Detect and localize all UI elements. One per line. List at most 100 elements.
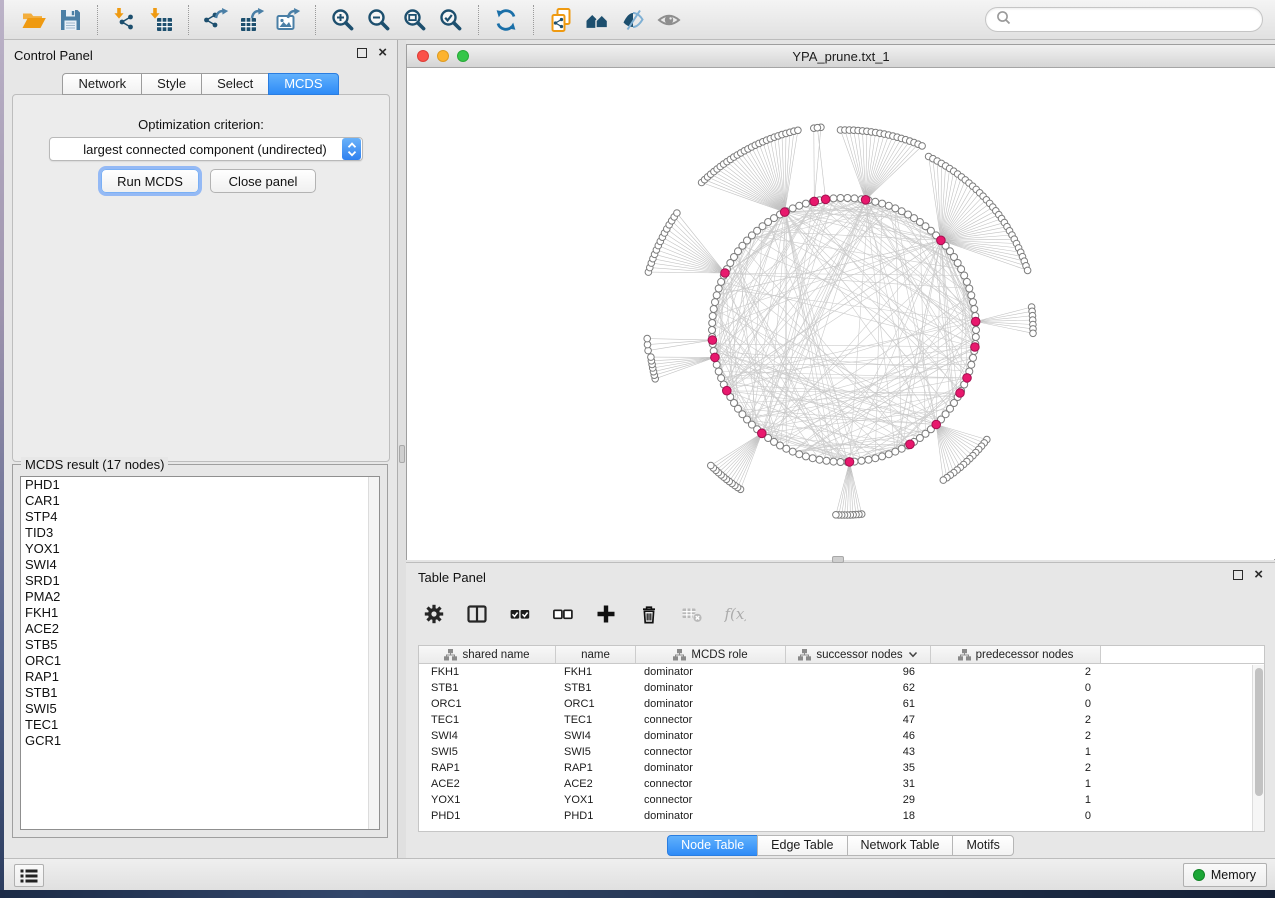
table-cell[interactable]: dominator [636, 664, 786, 680]
tab-motifs[interactable]: Motifs [952, 835, 1013, 856]
table-cell[interactable]: 35 [786, 760, 931, 776]
table-cell[interactable]: 61 [786, 696, 931, 712]
table-row[interactable]: SWI5SWI5connector431 [419, 744, 1264, 760]
table-cell[interactable]: 1 [931, 792, 1101, 808]
table-cell[interactable]: dominator [636, 760, 786, 776]
table-cell[interactable]: dominator [636, 680, 786, 696]
zoom-selected-button[interactable] [433, 3, 469, 37]
table-cell[interactable]: dominator [636, 808, 786, 824]
table-cell[interactable]: TEC1 [556, 712, 636, 728]
mcds-result-item[interactable]: FKH1 [21, 605, 379, 621]
table-settings-button[interactable] [420, 599, 448, 629]
table-cell[interactable]: SWI4 [419, 728, 556, 744]
close-panel-icon[interactable]: × [378, 48, 387, 58]
run-mcds-button[interactable]: Run MCDS [101, 169, 199, 193]
close-table-panel-icon[interactable]: × [1254, 570, 1263, 580]
table-cell[interactable]: 96 [786, 664, 931, 680]
column-header-MCDS-role[interactable]: MCDS role [636, 646, 786, 663]
open-file-button[interactable] [16, 3, 52, 37]
table-row[interactable]: ACE2ACE2connector311 [419, 776, 1264, 792]
mcds-result-item[interactable]: PHD1 [21, 477, 379, 493]
table-row[interactable]: FKH1FKH1dominator962 [419, 664, 1264, 680]
mcds-node[interactable] [810, 197, 819, 206]
table-cell[interactable]: 0 [931, 808, 1101, 824]
table-cell[interactable]: 1 [931, 776, 1101, 792]
table-cell[interactable]: SWI4 [556, 728, 636, 744]
tab-network[interactable]: Network [62, 73, 142, 95]
table-cell[interactable]: connector [636, 776, 786, 792]
table-cell[interactable]: STB1 [419, 680, 556, 696]
mcds-node[interactable] [971, 343, 980, 352]
column-header-predecessor-nodes[interactable]: predecessor nodes [931, 646, 1101, 663]
mcds-node[interactable] [708, 336, 717, 345]
table-cell[interactable]: dominator [636, 728, 786, 744]
show-column-button[interactable] [463, 599, 491, 629]
export-table-button[interactable] [234, 3, 270, 37]
table-cell[interactable]: 0 [931, 680, 1101, 696]
mcds-node[interactable] [723, 386, 732, 395]
table-cell[interactable]: PHD1 [556, 808, 636, 824]
horizontal-splitter-grabber[interactable] [832, 556, 844, 563]
deselect-all-rows-button[interactable] [549, 599, 577, 629]
table-cell[interactable]: ORC1 [419, 696, 556, 712]
table-cell[interactable]: ACE2 [419, 776, 556, 792]
select-all-rows-button[interactable] [506, 599, 534, 629]
mcds-result-item[interactable]: TID3 [21, 525, 379, 541]
mcds-result-item[interactable]: TEC1 [21, 717, 379, 733]
network-graph[interactable] [407, 68, 1274, 560]
table-cell[interactable]: connector [636, 792, 786, 808]
graphics-details-button[interactable] [615, 3, 651, 37]
table-cell[interactable]: SWI5 [556, 744, 636, 760]
mcds-node[interactable] [963, 374, 972, 383]
column-header-successor-nodes[interactable]: successor nodes [786, 646, 931, 663]
table-cell[interactable]: 29 [786, 792, 931, 808]
zoom-fit-button[interactable] [397, 3, 433, 37]
mcds-list-scrollbar[interactable] [368, 477, 379, 829]
mcds-node[interactable] [861, 196, 870, 205]
export-network-button[interactable] [198, 3, 234, 37]
table-cell[interactable]: FKH1 [556, 664, 636, 680]
mcds-result-item[interactable]: GCR1 [21, 733, 379, 749]
tab-select[interactable]: Select [201, 73, 269, 95]
mcds-node[interactable] [937, 236, 946, 245]
close-panel-button[interactable]: Close panel [210, 169, 316, 193]
memory-button[interactable]: Memory [1183, 863, 1267, 887]
mcds-result-item[interactable]: RAP1 [21, 669, 379, 685]
mcds-node[interactable] [971, 317, 980, 326]
table-cell[interactable]: YOX1 [556, 792, 636, 808]
table-cell[interactable]: ORC1 [556, 696, 636, 712]
mcds-node[interactable] [721, 269, 730, 278]
table-scrollbar-thumb[interactable] [1255, 668, 1263, 796]
mcds-result-item[interactable]: SRD1 [21, 573, 379, 589]
mcds-result-item[interactable]: ACE2 [21, 621, 379, 637]
table-cell[interactable]: 2 [931, 712, 1101, 728]
mcds-node[interactable] [956, 389, 965, 398]
table-row[interactable]: YOX1YOX1connector291 [419, 792, 1264, 808]
table-row[interactable]: ORC1ORC1dominator610 [419, 696, 1264, 712]
export-image-button[interactable] [270, 3, 306, 37]
table-cell[interactable]: FKH1 [419, 664, 556, 680]
table-cell[interactable]: 2 [931, 728, 1101, 744]
table-cell[interactable]: connector [636, 712, 786, 728]
table-cell[interactable]: 62 [786, 680, 931, 696]
table-cell[interactable]: RAP1 [556, 760, 636, 776]
table-cell[interactable]: connector [636, 744, 786, 760]
table-cell[interactable]: STB1 [556, 680, 636, 696]
table-row[interactable]: RAP1RAP1dominator352 [419, 760, 1264, 776]
table-cell[interactable]: PHD1 [419, 808, 556, 824]
import-network-button[interactable] [107, 3, 143, 37]
table-cell[interactable]: 18 [786, 808, 931, 824]
show-hide-preview-button[interactable] [651, 3, 687, 37]
zoom-out-button[interactable] [361, 3, 397, 37]
search-input[interactable] [1017, 13, 1252, 27]
column-header-name[interactable]: name [556, 646, 636, 663]
table-cell[interactable]: 1 [931, 744, 1101, 760]
mcds-result-item[interactable]: STP4 [21, 509, 379, 525]
tab-mcds[interactable]: MCDS [268, 73, 338, 95]
float-panel-icon[interactable] [357, 48, 367, 58]
mcds-node[interactable] [821, 195, 830, 204]
tab-node-table[interactable]: Node Table [667, 835, 758, 856]
clone-network-button[interactable] [543, 3, 579, 37]
mcds-node[interactable] [845, 458, 854, 467]
mcds-result-item[interactable]: STB1 [21, 685, 379, 701]
